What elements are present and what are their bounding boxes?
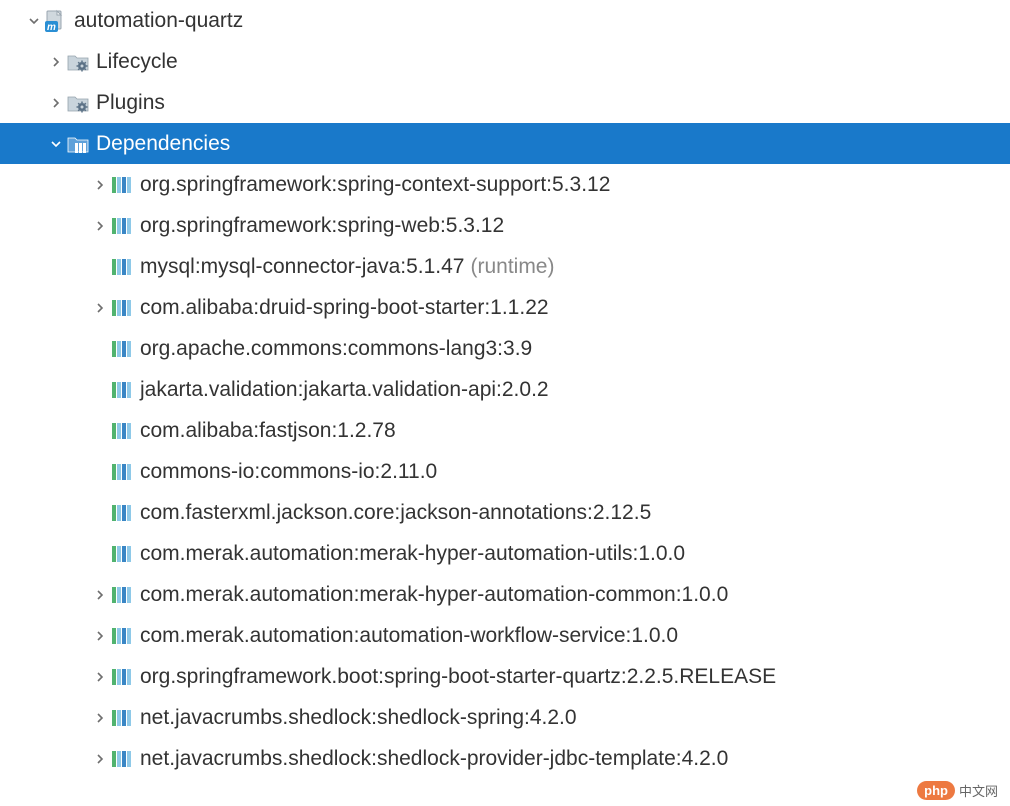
chevron-right-icon[interactable] xyxy=(90,749,110,769)
dependency-label: net.javacrumbs.shedlock:shedlock-provide… xyxy=(140,747,728,771)
dependency-item[interactable]: mysql:mysql-connector-java:5.1.47 (runti… xyxy=(0,246,1010,287)
dependency-scope: (runtime) xyxy=(470,255,554,279)
dependency-item[interactable]: org.springframework.boot:spring-boot-sta… xyxy=(0,656,1010,697)
dependency-label: jakarta.validation:jakarta.validation-ap… xyxy=(140,378,549,402)
tree-node-label: Lifecycle xyxy=(96,50,178,74)
dependency-item[interactable]: commons-io:commons-io:2.11.0 xyxy=(0,451,1010,492)
library-icon xyxy=(110,337,134,361)
watermark-text: 中文网 xyxy=(959,781,998,800)
dependency-item[interactable]: com.alibaba:druid-spring-boot-starter:1.… xyxy=(0,287,1010,328)
dependency-item[interactable]: net.javacrumbs.shedlock:shedlock-spring:… xyxy=(0,697,1010,738)
library-icon xyxy=(110,501,134,525)
library-icon xyxy=(110,460,134,484)
chevron-right-icon[interactable] xyxy=(46,52,66,72)
folder-gear-icon xyxy=(66,91,90,115)
library-icon xyxy=(110,706,134,730)
tree-node-lifecycle[interactable]: Lifecycle xyxy=(0,41,1010,82)
dependency-label: org.apache.commons:commons-lang3:3.9 xyxy=(140,337,532,361)
dependency-item[interactable]: com.merak.automation:merak-hyper-automat… xyxy=(0,574,1010,615)
library-icon xyxy=(110,665,134,689)
chevron-right-icon[interactable] xyxy=(90,216,110,236)
chevron-right-icon[interactable] xyxy=(46,93,66,113)
dependency-label: org.springframework:spring-web:5.3.12 xyxy=(140,214,504,238)
chevron-down-icon[interactable] xyxy=(46,134,66,154)
dependency-label: mysql:mysql-connector-java:5.1.47 xyxy=(140,255,464,279)
project-root[interactable]: m automation-quartz xyxy=(0,0,1010,41)
library-icon xyxy=(110,173,134,197)
maven-module-icon: m xyxy=(44,9,68,33)
dependency-label: com.alibaba:fastjson:1.2.78 xyxy=(140,419,396,443)
dependency-label: org.springframework:spring-context-suppo… xyxy=(140,173,610,197)
chevron-down-icon[interactable] xyxy=(24,11,44,31)
tree-node-label: Dependencies xyxy=(96,132,230,156)
project-root-label: automation-quartz xyxy=(74,9,243,33)
dependency-label: net.javacrumbs.shedlock:shedlock-spring:… xyxy=(140,706,577,730)
folder-gear-icon xyxy=(66,50,90,74)
library-icon xyxy=(110,419,134,443)
dependency-label: com.merak.automation:automation-workflow… xyxy=(140,624,678,648)
dependency-item[interactable]: org.springframework:spring-context-suppo… xyxy=(0,164,1010,205)
library-icon xyxy=(110,624,134,648)
dependency-label: com.alibaba:druid-spring-boot-starter:1.… xyxy=(140,296,549,320)
dependency-item[interactable]: com.merak.automation:automation-workflow… xyxy=(0,615,1010,656)
chevron-right-icon[interactable] xyxy=(90,585,110,605)
dependency-item[interactable]: com.merak.automation:merak-hyper-automat… xyxy=(0,533,1010,574)
dependency-item[interactable]: net.javacrumbs.shedlock:shedlock-provide… xyxy=(0,738,1010,779)
watermark: php 中文网 xyxy=(917,781,998,800)
dependency-label: com.merak.automation:merak-hyper-automat… xyxy=(140,542,685,566)
dependency-item[interactable]: org.springframework:spring-web:5.3.12 xyxy=(0,205,1010,246)
svg-text:m: m xyxy=(47,22,56,33)
dependency-label: commons-io:commons-io:2.11.0 xyxy=(140,460,437,484)
chevron-right-icon[interactable] xyxy=(90,298,110,318)
library-icon xyxy=(110,255,134,279)
chevron-right-icon[interactable] xyxy=(90,667,110,687)
dependency-label: com.merak.automation:merak-hyper-automat… xyxy=(140,583,728,607)
library-icon xyxy=(110,542,134,566)
tree-node-dependencies[interactable]: Dependencies xyxy=(0,123,1010,164)
watermark-badge: php xyxy=(917,781,955,800)
chevron-right-icon[interactable] xyxy=(90,175,110,195)
tree-node-plugins[interactable]: Plugins xyxy=(0,82,1010,123)
tree-node-label: Plugins xyxy=(96,91,165,115)
folder-library-icon xyxy=(66,132,90,156)
library-icon xyxy=(110,296,134,320)
dependency-item[interactable]: org.apache.commons:commons-lang3:3.9 xyxy=(0,328,1010,369)
dependency-label: com.fasterxml.jackson.core:jackson-annot… xyxy=(140,501,651,525)
library-icon xyxy=(110,214,134,238)
dependency-item[interactable]: com.fasterxml.jackson.core:jackson-annot… xyxy=(0,492,1010,533)
chevron-right-icon[interactable] xyxy=(90,626,110,646)
dependency-item[interactable]: com.alibaba:fastjson:1.2.78 xyxy=(0,410,1010,451)
library-icon xyxy=(110,378,134,402)
library-icon xyxy=(110,583,134,607)
dependency-item[interactable]: jakarta.validation:jakarta.validation-ap… xyxy=(0,369,1010,410)
chevron-right-icon[interactable] xyxy=(90,708,110,728)
dependency-label: org.springframework.boot:spring-boot-sta… xyxy=(140,665,776,689)
library-icon xyxy=(110,747,134,771)
